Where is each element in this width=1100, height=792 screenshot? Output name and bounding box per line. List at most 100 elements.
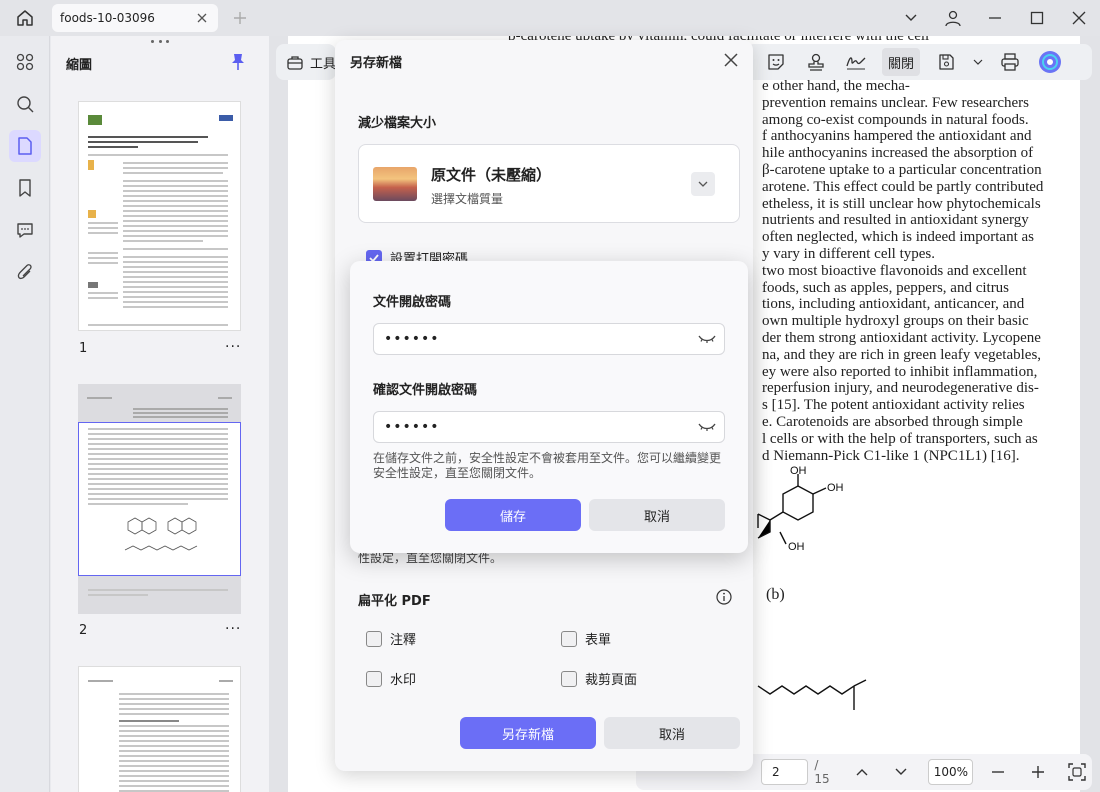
confirm-password-input[interactable]: •••••• [373, 411, 725, 443]
flatten-crop-checkbox[interactable] [561, 670, 577, 687]
search-icon [17, 96, 34, 113]
open-password-field-label: 文件開啟密碼 [373, 295, 452, 310]
doc-line: hile anthocyanins increased the absorpti… [762, 145, 1034, 162]
chevron-down-icon [973, 59, 983, 65]
flatten-watermark-checkbox[interactable] [366, 670, 382, 687]
toolbox-icon [287, 56, 303, 70]
save-dropdown[interactable] [972, 48, 984, 76]
print-button[interactable] [996, 48, 1024, 76]
printer-icon [1001, 53, 1019, 71]
maximize-icon [1030, 11, 1044, 25]
zoom-in-button[interactable] [1023, 757, 1053, 787]
current-page-input[interactable]: 2 [761, 759, 809, 785]
toolbar-right-group: 關閉 [746, 44, 1092, 80]
stamp-button[interactable] [802, 48, 830, 76]
fit-screen-icon [1068, 763, 1086, 781]
doc-line: foods, such as apples, peppers, and citr… [762, 279, 1010, 296]
confirm-password-field-label: 確認文件開啟密碼 [373, 383, 478, 398]
dialog-cancel-button[interactable]: 取消 [604, 717, 740, 749]
eye-closed-icon[interactable] [698, 332, 716, 346]
maximize-button[interactable] [1016, 0, 1058, 36]
zoom-level[interactable]: 100% [928, 759, 974, 785]
info-icon[interactable] [716, 589, 732, 605]
flatten-forms-row[interactable]: 表單 [561, 629, 611, 648]
close-icon[interactable] [721, 50, 741, 70]
save-icon [939, 54, 954, 70]
fit-page-button[interactable] [1063, 757, 1093, 787]
chevron-down-icon [895, 768, 907, 775]
close-tab-icon[interactable] [194, 10, 210, 26]
window-close-button[interactable] [1058, 0, 1100, 36]
quality-selector[interactable]: 原文件（未壓縮） 選擇文檔質量 [358, 144, 740, 223]
dropdown-button[interactable] [890, 0, 932, 36]
open-password-value: •••••• [384, 331, 440, 347]
flatten-label: 扁平化 PDF [358, 594, 431, 609]
page-thumbnail-1[interactable] [78, 101, 241, 331]
doc-line: e. Carotenoids are absorbed through simp… [762, 413, 1023, 430]
page-1-more-button[interactable]: ··· [225, 339, 241, 355]
ai-assistant-button[interactable] [1036, 48, 1064, 76]
close-icon [1072, 11, 1086, 25]
rail-apps[interactable] [9, 46, 41, 78]
comment-icon [17, 223, 33, 238]
password-save-button[interactable]: 儲存 [445, 499, 581, 531]
previous-page-button[interactable] [847, 757, 877, 787]
dialog-title: 另存新檔 [350, 56, 403, 71]
eye-closed-icon[interactable] [698, 420, 716, 434]
panel-splitter[interactable] [269, 36, 286, 792]
panel-drag-handle[interactable] [151, 40, 169, 44]
plus-icon [234, 12, 246, 24]
confirm-password-value: •••••• [384, 419, 440, 435]
total-pages: / 15 [814, 758, 830, 786]
flatten-forms-checkbox[interactable] [561, 630, 577, 647]
rail-thumbnails[interactable] [9, 130, 41, 162]
quality-dropdown-button[interactable] [691, 172, 715, 196]
flatten-annotations-checkbox[interactable] [366, 630, 382, 647]
save-as-button[interactable]: 另存新檔 [460, 717, 596, 749]
page-thumbnail-2[interactable] [78, 384, 241, 614]
doc-line: often neglected, which is indeed importa… [762, 229, 1034, 246]
quality-subtitle: 選擇文檔質量 [431, 192, 504, 206]
page-2-more-button[interactable]: ··· [225, 621, 241, 637]
flatten-watermark-label: 水印 [390, 673, 417, 688]
document-tab[interactable]: foods-10-03096 [52, 4, 218, 32]
paperclip-icon [17, 264, 32, 280]
tools-label: 工具 [310, 56, 337, 72]
rail-comments[interactable] [9, 214, 41, 246]
plus-icon [1031, 766, 1044, 778]
save-button[interactable] [932, 48, 960, 76]
doc-line: na, and they are rich in green leafy veg… [762, 346, 1042, 363]
new-tab-button[interactable] [230, 8, 250, 28]
close-tools-button[interactable]: 關閉 [882, 48, 921, 76]
rail-attachments[interactable] [9, 256, 41, 288]
tools-button[interactable]: 工具 [276, 44, 336, 80]
doc-line: among co-exist compounds in natural food… [762, 111, 1029, 128]
rail-bookmarks[interactable] [9, 172, 41, 204]
signature-button[interactable] [842, 48, 870, 76]
next-page-button[interactable] [887, 757, 917, 787]
minimize-button[interactable] [974, 0, 1016, 36]
rail-search[interactable] [9, 88, 41, 120]
svg-text:OH: OH [790, 466, 807, 477]
signature-icon [846, 57, 866, 70]
home-button[interactable] [0, 0, 50, 36]
flatten-crop-row[interactable]: 裁剪頁面 [561, 669, 637, 688]
tab-title: foods-10-03096 [60, 11, 155, 25]
doc-line: der them strong antioxidant activity. Ly… [762, 329, 1041, 346]
flatten-watermark-row[interactable]: 水印 [366, 669, 416, 688]
quality-preview-image [373, 167, 417, 201]
doc-line: e other hand, the mecha- [762, 78, 910, 94]
apps-grid-icon [16, 53, 34, 71]
flatten-crop-label: 裁剪頁面 [585, 673, 638, 688]
account-button[interactable] [932, 0, 974, 36]
open-password-input[interactable]: •••••• [373, 323, 725, 355]
page-thumbnail-3[interactable] [78, 666, 241, 792]
user-icon [945, 10, 961, 27]
flatten-annotations-row[interactable]: 注釋 [366, 629, 416, 648]
pin-icon[interactable] [229, 52, 247, 72]
page-number-1: 1 [79, 341, 88, 356]
chevron-down-icon [698, 181, 708, 187]
sticker-button[interactable] [762, 48, 790, 76]
password-cancel-button[interactable]: 取消 [589, 499, 725, 531]
zoom-out-button[interactable] [983, 757, 1013, 787]
